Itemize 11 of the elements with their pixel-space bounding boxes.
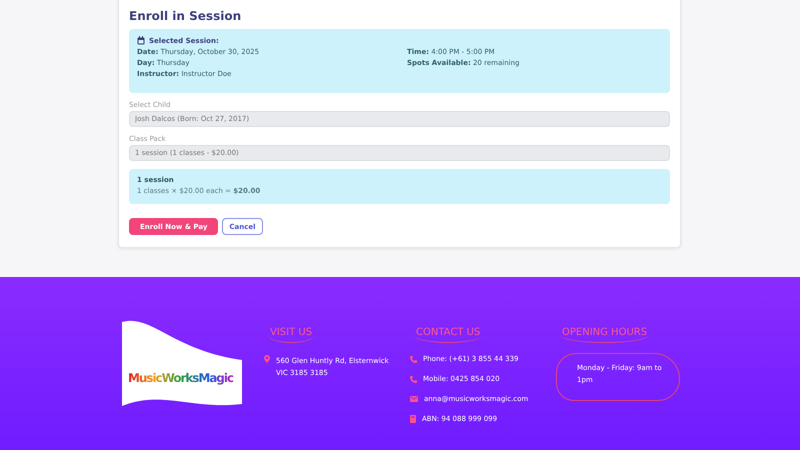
calendar-icon (137, 36, 145, 45)
phone-icon (410, 376, 417, 382)
phone-icon (410, 356, 417, 362)
section-heading: VISIT US (268, 327, 314, 343)
location-pin-icon (264, 355, 270, 363)
form-title: Enroll in Session (129, 9, 242, 23)
book-icon (410, 415, 416, 423)
section-heading: CONTACT US (414, 327, 482, 343)
logo: MusicWorksMagic (122, 320, 242, 409)
section-heading: OPENING HOURS (560, 327, 650, 343)
envelope-icon (410, 396, 418, 402)
